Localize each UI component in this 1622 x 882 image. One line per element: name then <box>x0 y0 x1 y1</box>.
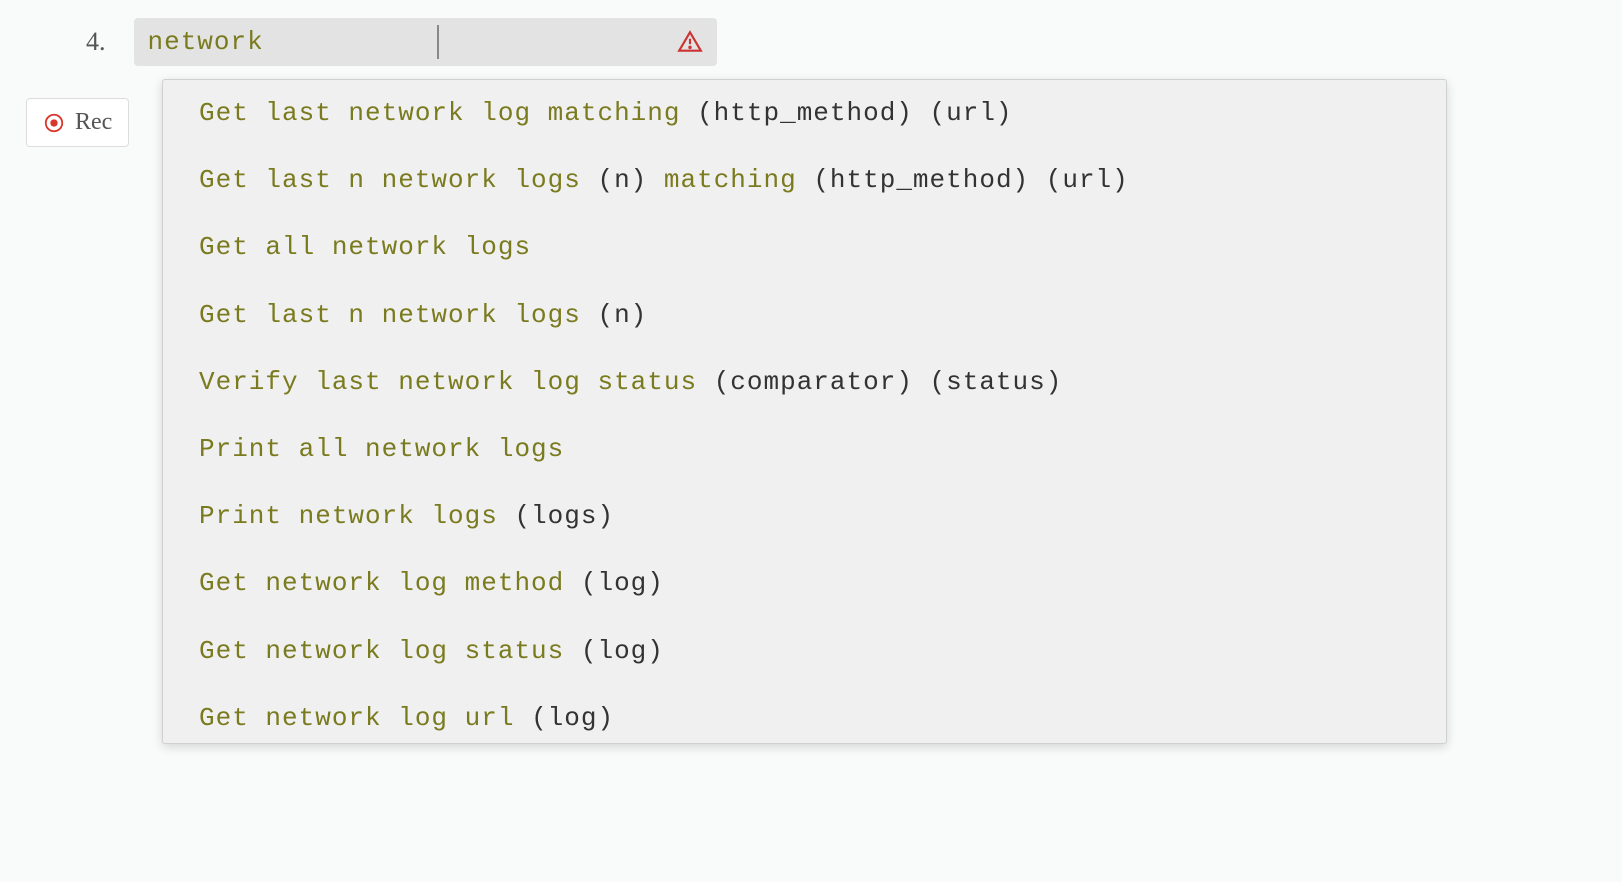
suggestion-param: (http_method) (url) <box>813 165 1128 195</box>
warning-icon <box>677 29 703 55</box>
record-button-label: Rec <box>75 109 112 136</box>
record-icon <box>43 112 65 134</box>
suggestion-keyword: matching <box>647 165 813 195</box>
suggestion-item[interactable]: Get network log status (log) <box>163 618 1446 685</box>
step-number: 4. <box>86 27 106 57</box>
suggestion-keyword: Print all network logs <box>199 434 564 464</box>
suggestion-keyword: Get network log url <box>199 703 531 733</box>
suggestion-item[interactable]: Get network log url (log) <box>163 685 1446 744</box>
suggestion-param: (n) <box>597 165 647 195</box>
suggestion-keyword: Get network log status <box>199 636 581 666</box>
suggestion-keyword: Get last n network logs <box>199 300 597 330</box>
suggestion-param: (log) <box>531 703 614 733</box>
suggestion-param: (n) <box>597 300 647 330</box>
command-input-wrapper[interactable] <box>134 18 717 66</box>
suggestion-param: (logs) <box>514 501 614 531</box>
suggestion-item[interactable]: Get all network logs <box>163 214 1446 281</box>
suggestion-keyword: Get network log method <box>199 568 581 598</box>
suggestion-param: (comparator) (status) <box>714 367 1063 397</box>
command-input[interactable] <box>148 27 677 57</box>
suggestion-keyword: Verify last network log status <box>199 367 714 397</box>
suggestion-keyword: Print network logs <box>199 501 514 531</box>
suggestion-item[interactable]: Print network logs (logs) <box>163 483 1446 550</box>
text-cursor <box>437 25 439 59</box>
suggestion-param: (log) <box>581 568 664 598</box>
suggestion-item[interactable]: Get last network log matching (http_meth… <box>163 80 1446 147</box>
suggestion-param: (http_method) (url) <box>697 98 1012 128</box>
suggestion-item[interactable]: Get last n network logs (n) matching (ht… <box>163 147 1446 214</box>
suggestion-keyword: Get last network log matching <box>199 98 697 128</box>
suggestion-item[interactable]: Verify last network log status (comparat… <box>163 349 1446 416</box>
step-row: 4. <box>0 0 1622 66</box>
suggestion-item[interactable]: Get network log method (log) <box>163 550 1446 617</box>
suggestion-keyword: Get all network logs <box>199 232 531 262</box>
record-button[interactable]: Rec <box>26 98 129 147</box>
suggestion-keyword: Get last n network logs <box>199 165 597 195</box>
suggestion-item[interactable]: Get last n network logs (n) <box>163 282 1446 349</box>
suggestion-item[interactable]: Print all network logs <box>163 416 1446 483</box>
suggestion-param: (log) <box>581 636 664 666</box>
suggestions-dropdown: Get last network log matching (http_meth… <box>162 79 1447 744</box>
